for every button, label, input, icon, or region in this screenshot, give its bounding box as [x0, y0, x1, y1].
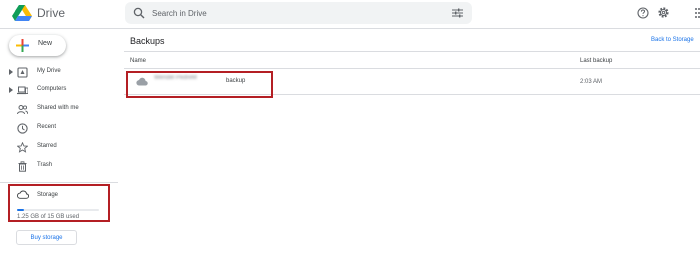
new-label: New — [38, 40, 53, 47]
page-title: Backups — [130, 36, 165, 46]
buy-storage-button[interactable]: Buy storage — [16, 230, 77, 245]
expand-arrow-icon[interactable] — [9, 87, 13, 93]
expand-arrow-icon[interactable] — [9, 69, 13, 75]
buy-storage-label: Buy storage — [30, 235, 63, 241]
row-highlight-box — [126, 71, 273, 98]
top-bar: Drive — [0, 0, 700, 29]
storage-usage-fill — [17, 209, 24, 211]
column-header-name[interactable]: Name — [130, 58, 146, 64]
sidebar-item-trash[interactable]: Trash — [0, 158, 118, 176]
sidebar-item-label: Starred — [37, 143, 57, 149]
trash-icon — [18, 161, 27, 172]
new-button[interactable]: New — [9, 35, 66, 56]
sidebar-item-label: Recent — [37, 124, 57, 130]
sidebar-item-my-drive[interactable]: My Drive — [0, 64, 118, 82]
storage-label[interactable]: Storage — [37, 192, 58, 198]
my-drive-icon — [17, 67, 28, 78]
star-icon — [17, 142, 28, 153]
sidebar-item-label: Shared with me — [37, 105, 79, 111]
sidebar-item-shared-with-me[interactable]: Shared with me — [0, 101, 118, 119]
drive-logo-icon[interactable] — [12, 5, 32, 22]
filter-icon[interactable] — [452, 8, 463, 18]
computers-icon — [17, 86, 28, 95]
title-divider — [124, 51, 700, 52]
search-icon[interactable] — [133, 7, 145, 19]
plus-icon — [16, 39, 29, 52]
last-backup-time: 2:03 AM — [580, 79, 603, 85]
apps-icon[interactable] — [694, 7, 700, 19]
sidebar-item-label: Trash — [37, 162, 53, 168]
sidebar-item-starred[interactable]: Starred — [0, 139, 118, 157]
device-name: backup — [226, 78, 246, 84]
back-to-storage-link[interactable]: Back to Storage — [651, 37, 694, 43]
search-input[interactable] — [152, 5, 432, 21]
shared-icon — [17, 105, 28, 115]
sidebar-item-label: My Drive — [37, 68, 61, 74]
sidebar-item-label: Computers — [37, 86, 67, 92]
device-name-redacted: Wendel PedreM — [154, 75, 197, 81]
cloud-icon — [136, 77, 148, 86]
storage-usage-bar — [17, 209, 99, 211]
clock-icon — [17, 123, 28, 134]
storage-usage-text: 1.25 GB of 15 GB used — [17, 214, 80, 220]
column-header-last-backup[interactable]: Last backup — [580, 58, 612, 64]
sidebar-item-computers[interactable]: Computers — [0, 82, 118, 100]
gear-icon[interactable] — [657, 6, 670, 19]
table-row[interactable]: Wendel PedreM backup 2:03 AM — [124, 69, 700, 98]
app-title[interactable]: Drive — [37, 6, 65, 20]
help-icon[interactable] — [637, 7, 649, 19]
sidebar-item-recent[interactable]: Recent — [0, 120, 118, 138]
cloud-icon — [17, 190, 29, 199]
sidebar-divider — [0, 182, 118, 183]
search-bar[interactable] — [125, 2, 472, 24]
